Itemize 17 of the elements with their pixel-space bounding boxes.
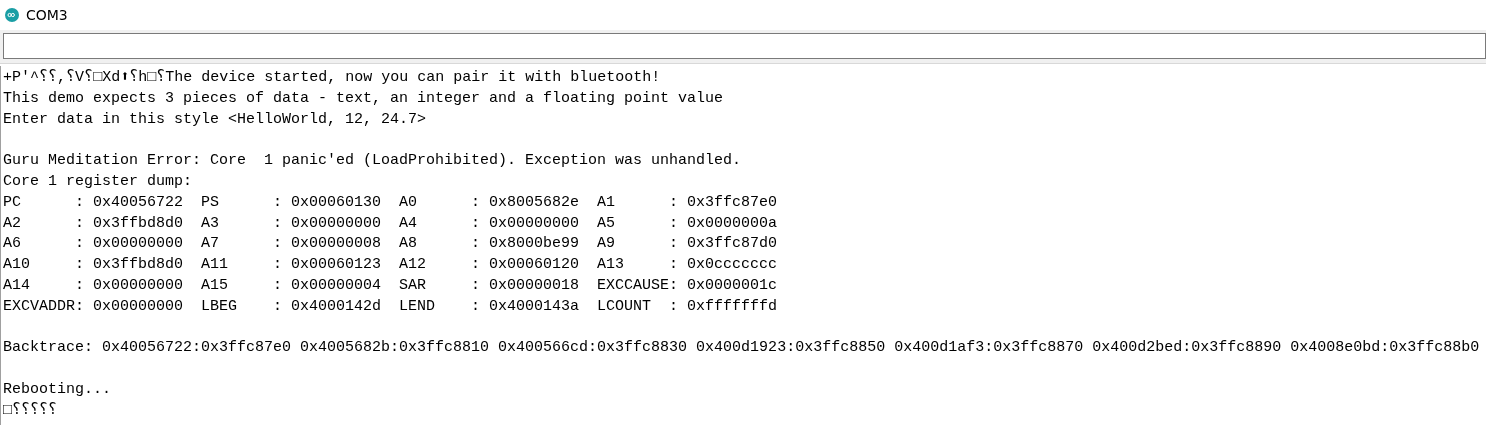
- app-logo-icon: [5, 8, 19, 22]
- output-line: A2 : 0x3ffbd8d0 A3 : 0x00000000 A4 : 0x00000000 A5 : 0x0000000a: [3, 213, 778, 234]
- output-line: Backtrace: 0x40056722:0x3ffc87e0 0x4005682b:0x3ffc8810 0x400566cd:0x3ffc8830 0x400d1923:0x3ffc8850 0x400d1af3:0x3ffc8870 0x400d2bed:0x3ffc8890 0x4008e0bd:0x3ffc88b0: [3, 338, 1480, 359]
- output-line: Guru Meditation Error: Core 1 panic'ed (LoadProhibited). Exception was unhandled.: [3, 151, 742, 172]
- output-line: Core 1 register dump:: [3, 172, 193, 192]
- output-line: A14 : 0x00000000 A15 : 0x00000004 SAR : 0x00000018 EXCCAUSE: 0x0000001c: [3, 275, 778, 296]
- output-line: This demo expects 3 pieces of data - text, an integer and a floating point value: [3, 88, 724, 109]
- output-line: Rebooting...: [3, 379, 112, 400]
- output-line: +P'^⸮⸮,⸮V⸮□Xd⬆⸮h□⸮The device started, now you can pair it with bluetooth!: [3, 68, 661, 88]
- output-line: A6 : 0x00000000 A7 : 0x00000008 A8 : 0x8000be99 A9 : 0x3ffc87d0: [3, 234, 778, 255]
- output-line: A10 : 0x3ffbd8d0 A11 : 0x00060123 A12 : 0x00060120 A13 : 0x0ccccccc: [3, 255, 778, 276]
- output-line: Enter data in this style <HelloWorld, 12, 24.7>: [3, 109, 427, 130]
- output-line: EXCVADDR: 0x00000000 LBEG : 0x4000142d LEND : 0x4000143a LCOUNT : 0xfffffffd: [3, 296, 778, 317]
- window-title: COM3: [26, 7, 68, 23]
- output-line: PC : 0x40056722 PS : 0x00060130 A0 : 0x8005682e A1 : 0x3ffc87e0: [3, 192, 778, 213]
- output-line: □⸮⸮⸮⸮⸮: [3, 400, 58, 421]
- input-field[interactable]: [3, 33, 1486, 59]
